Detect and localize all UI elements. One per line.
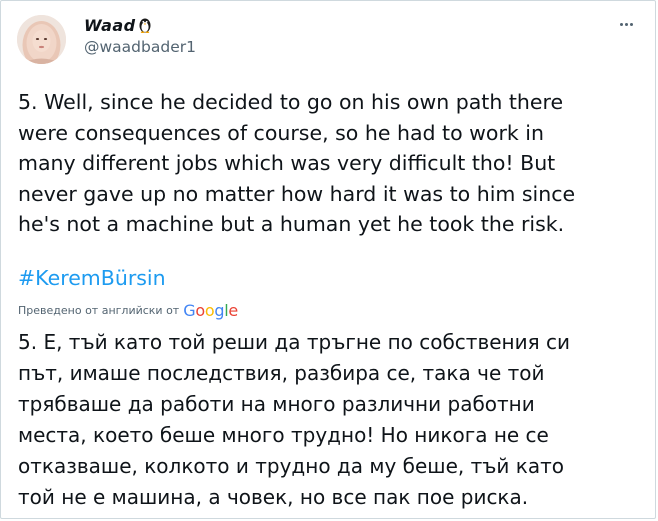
tweet-text-line: many different jobs which was very diffi…	[18, 151, 556, 175]
translated-text-line: 5. Е, тъй като той реши да тръгне по соб…	[18, 330, 571, 354]
translated-text-line: отказваше, колкото и трудно да му беше, …	[18, 454, 564, 478]
translated-text: 5. Е, тъй като той реши да тръгне по соб…	[18, 327, 648, 513]
penguin-icon	[138, 17, 152, 33]
translation-attribution: Преведено от английски от Google	[18, 299, 238, 321]
more-options-icon[interactable]	[615, 13, 637, 35]
google-letter: G	[183, 300, 196, 320]
tweet-text: 5. Well, since he decided to go on his o…	[18, 87, 646, 240]
author-display-name[interactable]: Waad	[84, 16, 136, 35]
tweet-text-line: were consequences of course, so he had t…	[18, 120, 544, 145]
google-letter: o	[204, 300, 215, 320]
google-letter: e	[228, 300, 238, 320]
author-name-row[interactable]: Waad	[84, 14, 152, 36]
tweet-text-line: 5. Well, since he decided to go on his o…	[18, 90, 564, 114]
hashtag-link[interactable]: #KeremBürsin	[18, 263, 166, 293]
tweet-card: Waad @waadbader1 5. Well, since he decid…	[0, 0, 656, 519]
translated-text-line: трябваше да работи на много различни раб…	[18, 392, 535, 416]
google-letter: g	[214, 300, 225, 320]
avatar-image	[17, 15, 66, 64]
avatar[interactable]	[17, 15, 66, 64]
translation-label: Преведено от английски от	[18, 303, 180, 317]
tweet-text-line: never gave up no matter how hard it was …	[18, 181, 576, 206]
translated-text-line: път, имаше последствия, разбира се, така…	[18, 361, 545, 385]
google-letter: o	[195, 300, 205, 320]
translated-text-line: той не е машина, а човек, но все пак пое…	[18, 485, 529, 509]
author-handle[interactable]: @waadbader1	[84, 38, 196, 56]
google-logo[interactable]: Google	[183, 301, 238, 320]
tweet-text-line: he's not a machine but a human yet he to…	[18, 212, 565, 236]
translated-text-line: места, което беше много трудно! Но никог…	[18, 423, 549, 447]
